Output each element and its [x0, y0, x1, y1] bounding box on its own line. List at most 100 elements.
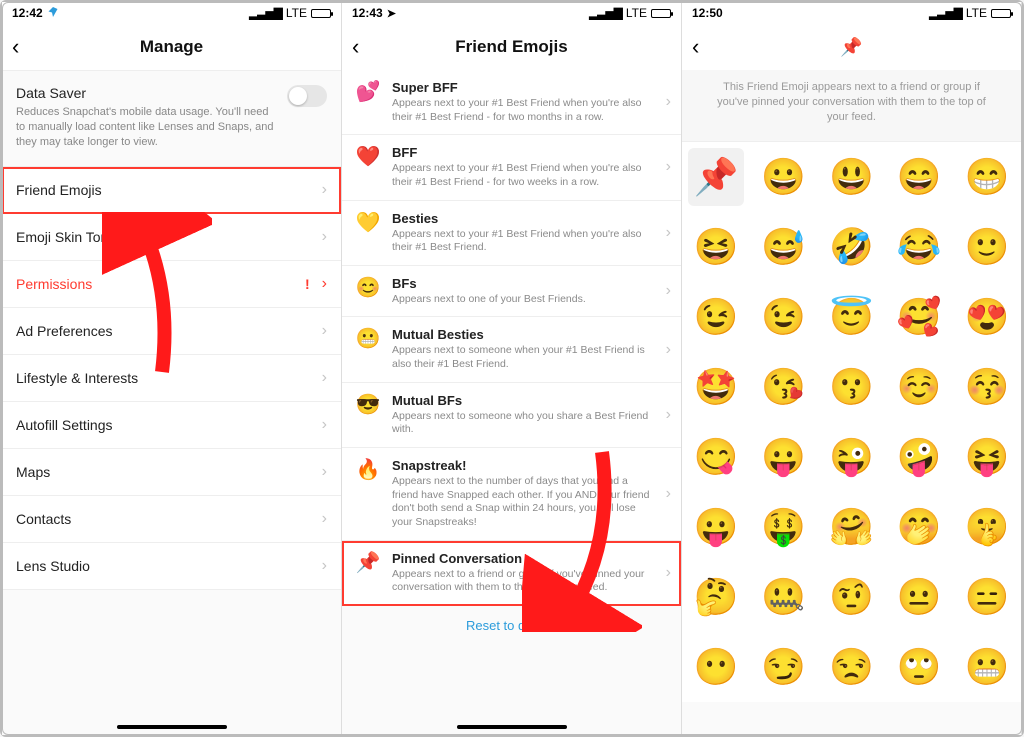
emoji-option[interactable]: 🤑	[750, 492, 818, 562]
reset-to-default[interactable]: Reset to default	[342, 606, 681, 645]
row-emoji-skin-tone[interactable]: Emoji Skin Tone ›	[2, 214, 341, 261]
fire-icon: 🔥	[354, 460, 382, 480]
sunglasses-icon: 😎	[354, 395, 382, 415]
row-mutual-bfs[interactable]: 😎 Mutual BFs Appears next to someone who…	[342, 383, 681, 448]
emoji-option[interactable]: 📌	[688, 148, 744, 206]
status-bar: 12:42 ▂▃▅▇ LTE	[2, 2, 341, 24]
row-pinned-conversation[interactable]: 📌 Pinned Conversation Appears next to a …	[342, 541, 681, 606]
status-time: 12:50	[692, 6, 723, 20]
emoji-option[interactable]: 😉	[750, 282, 818, 352]
emoji-option[interactable]: 🤪	[885, 422, 953, 492]
friend-emoji-list: 💕 Super BFF Appears next to your #1 Best…	[342, 70, 681, 735]
fe-title: Super BFF	[392, 80, 655, 95]
emoji-option[interactable]: 😇	[818, 282, 886, 352]
emoji-option[interactable]: 😒	[818, 632, 886, 702]
row-mutual-besties[interactable]: 😬 Mutual Besties Appears next to someone…	[342, 317, 681, 382]
hearts-icon: 💕	[354, 82, 382, 102]
emoji-option[interactable]: 😐	[885, 562, 953, 632]
network-label: LTE	[286, 6, 307, 20]
chevron-right-icon: ›	[322, 322, 327, 340]
fe-desc: Appears next to one of your Best Friends…	[392, 293, 655, 307]
emoji-option[interactable]: 😆	[682, 212, 750, 282]
chevron-right-icon: ›	[322, 463, 327, 481]
row-autofill-settings[interactable]: Autofill Settings ›	[2, 402, 341, 449]
fe-title: Mutual Besties	[392, 327, 655, 342]
emoji-option[interactable]: 🤔	[682, 562, 750, 632]
chevron-right-icon: ›	[666, 406, 671, 424]
row-ad-preferences[interactable]: Ad Preferences ›	[2, 308, 341, 355]
emoji-option[interactable]: 😑	[953, 562, 1021, 632]
location-icon	[47, 6, 59, 21]
emoji-option[interactable]: 🤐	[750, 562, 818, 632]
emoji-option[interactable]: 😍	[953, 282, 1021, 352]
emoji-option[interactable]: 🤣	[818, 212, 886, 282]
emoji-option[interactable]: 🤭	[885, 492, 953, 562]
location-icon: ➤	[387, 7, 396, 20]
emoji-option[interactable]: 🙄	[885, 632, 953, 702]
row-lens-studio[interactable]: Lens Studio ›	[2, 543, 341, 590]
emoji-option[interactable]: 🤩	[682, 352, 750, 422]
emoji-option[interactable]: 😉	[682, 282, 750, 352]
chevron-right-icon: ›	[666, 93, 671, 111]
emoji-option[interactable]: 😛	[750, 422, 818, 492]
emoji-option[interactable]: 😶	[682, 632, 750, 702]
back-button[interactable]: ‹	[352, 36, 359, 58]
emoji-option[interactable]: 😃	[818, 142, 886, 212]
row-label: Autofill Settings	[16, 417, 113, 433]
row-permissions[interactable]: Permissions ! ›	[2, 261, 341, 308]
emoji-option[interactable]: 😋	[682, 422, 750, 492]
screen-friend-emojis: 12:43 ➤ ▂▃▅▇ LTE ‹ Friend Emojis 💕 Super…	[342, 2, 682, 735]
home-indicator	[457, 725, 567, 729]
row-snapstreak[interactable]: 🔥 Snapstreak! Appears next to the number…	[342, 448, 681, 541]
screen-emoji-picker: 12:50 ▂▃▅▇ LTE ‹ 📌 This Friend Emoji app…	[682, 2, 1022, 735]
row-maps[interactable]: Maps ›	[2, 449, 341, 496]
row-contacts[interactable]: Contacts ›	[2, 496, 341, 543]
chevron-right-icon: ›	[666, 158, 671, 176]
emoji-option[interactable]: 🤨	[818, 562, 886, 632]
emoji-option[interactable]: 😂	[885, 212, 953, 282]
alert-icon: !	[305, 276, 310, 292]
row-lifestyle-interests[interactable]: Lifestyle & Interests ›	[2, 355, 341, 402]
emoji-option[interactable]: 😬	[953, 632, 1021, 702]
row-super-bff[interactable]: 💕 Super BFF Appears next to your #1 Best…	[342, 70, 681, 135]
emoji-option[interactable]: 😏	[750, 632, 818, 702]
emoji-option[interactable]: 🤗	[818, 492, 886, 562]
signal-icon: ▂▃▅▇	[929, 6, 962, 20]
row-friend-emojis[interactable]: Friend Emojis ›	[2, 167, 341, 214]
data-saver-desc: Reduces Snapchat's mobile data usage. Yo…	[16, 105, 327, 150]
back-button[interactable]: ‹	[12, 36, 19, 58]
chevron-right-icon: ›	[322, 181, 327, 199]
emoji-option[interactable]: 🙂	[953, 212, 1021, 282]
row-label: Permissions	[16, 276, 92, 292]
back-button[interactable]: ‹	[692, 36, 699, 58]
picker-description: This Friend Emoji appears next to a frie…	[682, 70, 1021, 142]
signal-icon: ▂▃▅▇	[589, 6, 622, 20]
row-bfs[interactable]: 😊 BFs Appears next to one of your Best F…	[342, 266, 681, 318]
fe-title: Pinned Conversation	[392, 551, 655, 566]
emoji-option[interactable]: 😛	[682, 492, 750, 562]
chevron-right-icon: ›	[666, 564, 671, 582]
row-label: Lifestyle & Interests	[16, 370, 138, 386]
emoji-option[interactable]: 🥰	[885, 282, 953, 352]
data-saver-toggle[interactable]	[287, 85, 327, 107]
emoji-option[interactable]: 😁	[953, 142, 1021, 212]
emoji-option[interactable]: 🤫	[953, 492, 1021, 562]
data-saver-block: Data Saver Reduces Snapchat's mobile dat…	[2, 70, 341, 167]
emoji-option[interactable]: 😝	[953, 422, 1021, 492]
emoji-option[interactable]: 😘	[750, 352, 818, 422]
emoji-option[interactable]: 😜	[818, 422, 886, 492]
row-besties[interactable]: 💛 Besties Appears next to your #1 Best F…	[342, 201, 681, 266]
emoji-option[interactable]: 😄	[885, 142, 953, 212]
emoji-option[interactable]: 😀	[750, 142, 818, 212]
fe-title: Snapstreak!	[392, 458, 655, 473]
row-bff[interactable]: ❤️ BFF Appears next to your #1 Best Frie…	[342, 135, 681, 200]
screen-manage: 12:42 ▂▃▅▇ LTE ‹ Manage Data Saver Reduc…	[2, 2, 342, 735]
network-label: LTE	[966, 6, 987, 20]
chevron-right-icon: ›	[322, 510, 327, 528]
emoji-option[interactable]: 😗	[818, 352, 886, 422]
emoji-option[interactable]: 😅	[750, 212, 818, 282]
chevron-right-icon: ›	[666, 485, 671, 503]
emoji-option[interactable]: 😚	[953, 352, 1021, 422]
status-bar: 12:50 ▂▃▅▇ LTE	[682, 2, 1021, 24]
emoji-option[interactable]: ☺️	[885, 352, 953, 422]
